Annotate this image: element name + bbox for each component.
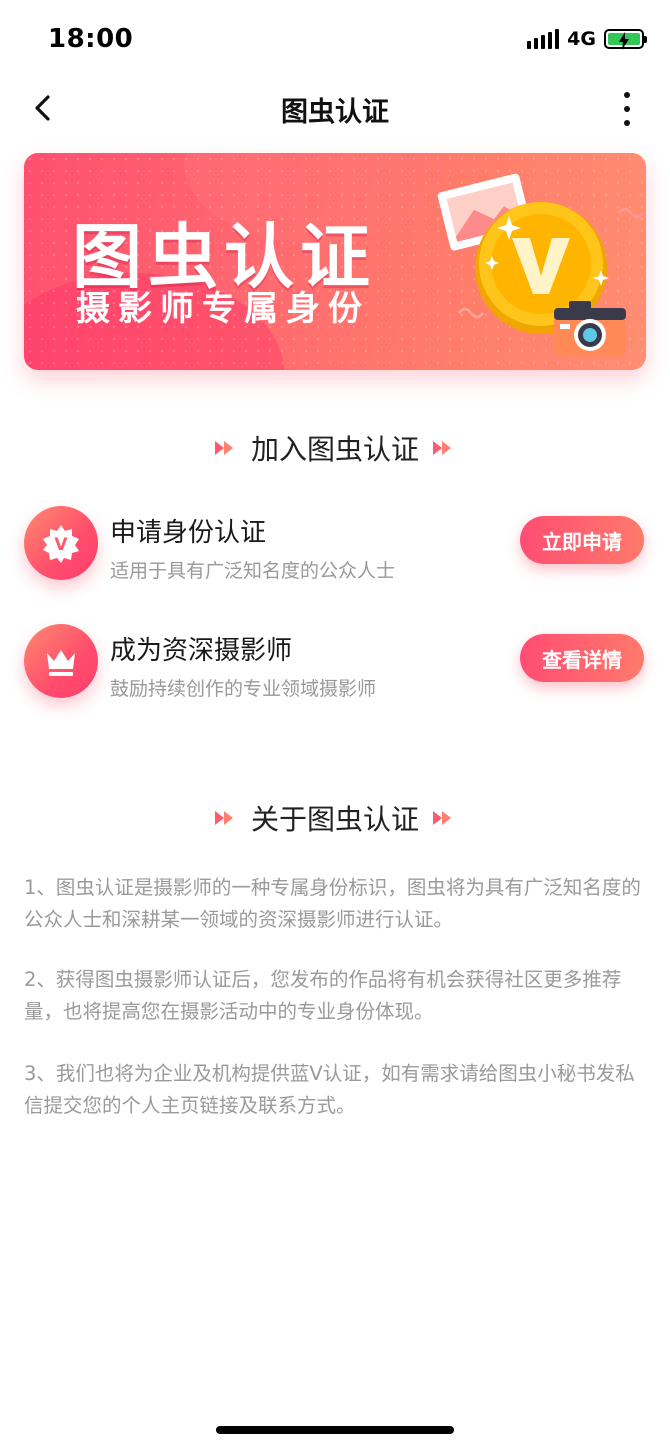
- status-time: 18:00: [48, 24, 134, 54]
- v-badge-icon: V: [24, 506, 98, 580]
- network-type: 4G: [567, 28, 596, 50]
- double-arrow-right-icon: [433, 440, 455, 456]
- promo-banner[interactable]: 图虫认证 摄影师专属身份: [24, 153, 646, 370]
- about-paragraph-2: 2、获得图虫摄影师认证后，您发布的作品将有机会获得社区更多推荐量，也将提高您在摄…: [24, 968, 622, 1023]
- apply-now-button[interactable]: 立即申请: [520, 516, 644, 564]
- more-vertical-icon: [624, 92, 630, 98]
- view-details-button[interactable]: 查看详情: [520, 634, 644, 682]
- join-section-title: 加入图虫认证: [250, 433, 419, 466]
- item-title: 成为资深摄影师: [110, 636, 293, 666]
- svg-text:V: V: [54, 535, 68, 555]
- home-indicator[interactable]: [216, 1426, 454, 1434]
- double-arrow-right-icon: [433, 810, 455, 826]
- signal-bars-icon: [527, 29, 560, 49]
- status-indicators: 4G: [527, 28, 647, 50]
- double-arrow-right-icon: [214, 440, 237, 456]
- list-item-senior-photographer: 成为资深摄影师 鼓励持续创作的专业领域摄影师 查看详情: [24, 622, 646, 706]
- item-description: 适用于具有广泛知名度的公众人士: [110, 560, 396, 582]
- list-item-identity-certification: V 申请身份认证 适用于具有广泛知名度的公众人士 立即申请: [24, 504, 646, 588]
- status-bar: 18:00 4G: [0, 0, 670, 80]
- item-description: 鼓励持续创作的专业领域摄影师: [110, 678, 377, 700]
- banner-subtitle: 摄影师专属身份: [76, 289, 370, 329]
- item-title: 申请身份认证: [110, 518, 267, 548]
- about-paragraph-1: 1、图虫认证是摄影师的一种专属身份标识，图虫将为具有广泛知名度的公众人士和深耕某…: [24, 876, 641, 931]
- crown-icon: [24, 624, 98, 698]
- battery-charging-icon: [604, 29, 647, 50]
- double-arrow-right-icon: [214, 810, 237, 826]
- gold-v-badge-camera-illustration: [437, 173, 644, 356]
- join-section-heading: 加入图虫认证: [0, 428, 670, 468]
- nav-bar: 图虫认证: [0, 80, 670, 136]
- about-section-title: 关于图虫认证: [250, 803, 419, 836]
- page-title: 图虫认证: [281, 97, 389, 128]
- more-button[interactable]: [622, 92, 632, 126]
- about-section-heading: 关于图虫认证: [0, 798, 670, 838]
- about-paragraph-3: 3、我们也将为企业及机构提供蓝V认证，如有需求请给图虫小秘书发私信提交您的个人主…: [24, 1062, 635, 1117]
